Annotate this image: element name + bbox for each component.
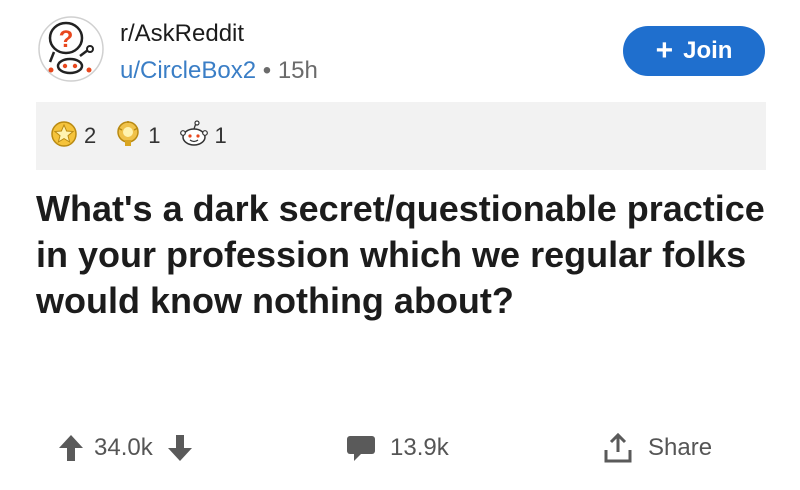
award-count: 1: [148, 123, 161, 148]
join-button[interactable]: + Join: [623, 26, 765, 76]
comment-count: 13.9k: [390, 434, 449, 461]
award-count: 2: [84, 123, 97, 148]
trophy-award-icon: [114, 120, 142, 153]
subreddit-name[interactable]: r/AskReddit: [120, 20, 244, 48]
subreddit-icon[interactable]: ?: [36, 14, 106, 84]
join-label: Join: [683, 37, 733, 64]
award-count: 1: [214, 123, 227, 148]
post-title[interactable]: What's a dark secret/questionable practi…: [36, 186, 766, 324]
upvote-arrow-icon[interactable]: [58, 434, 84, 462]
share-button[interactable]: Share: [602, 420, 712, 476]
author-link[interactable]: u/CircleBox2: [120, 57, 256, 84]
post-byline: u/CircleBox2 • 15h: [120, 57, 318, 85]
snoo-award-icon: [179, 119, 209, 153]
vote-controls: 34.0k: [58, 420, 193, 476]
vote-count: 34.0k: [94, 434, 153, 461]
star-award-icon: [50, 120, 78, 153]
award-trophy[interactable]: 1: [114, 120, 161, 153]
plus-icon: +: [655, 34, 674, 67]
comments-button[interactable]: 13.9k: [346, 420, 449, 476]
award-snoo[interactable]: 1: [179, 119, 227, 153]
awards-bar[interactable]: 2 1 1: [36, 102, 766, 170]
downvote-arrow-icon[interactable]: [167, 434, 193, 462]
award-star[interactable]: 2: [50, 120, 96, 153]
post-age: 15h: [277, 57, 318, 84]
share-label: Share: [648, 434, 713, 461]
share-icon: [602, 432, 634, 464]
byline-separator: •: [262, 57, 272, 84]
post-actions: 34.0k 13.9k Share: [0, 420, 800, 476]
comment-bubble-icon: [346, 434, 376, 462]
post-header: ? r/AskReddit u/CircleBox2 • 15h + Join: [0, 0, 800, 95]
svg-text:?: ?: [59, 26, 74, 53]
